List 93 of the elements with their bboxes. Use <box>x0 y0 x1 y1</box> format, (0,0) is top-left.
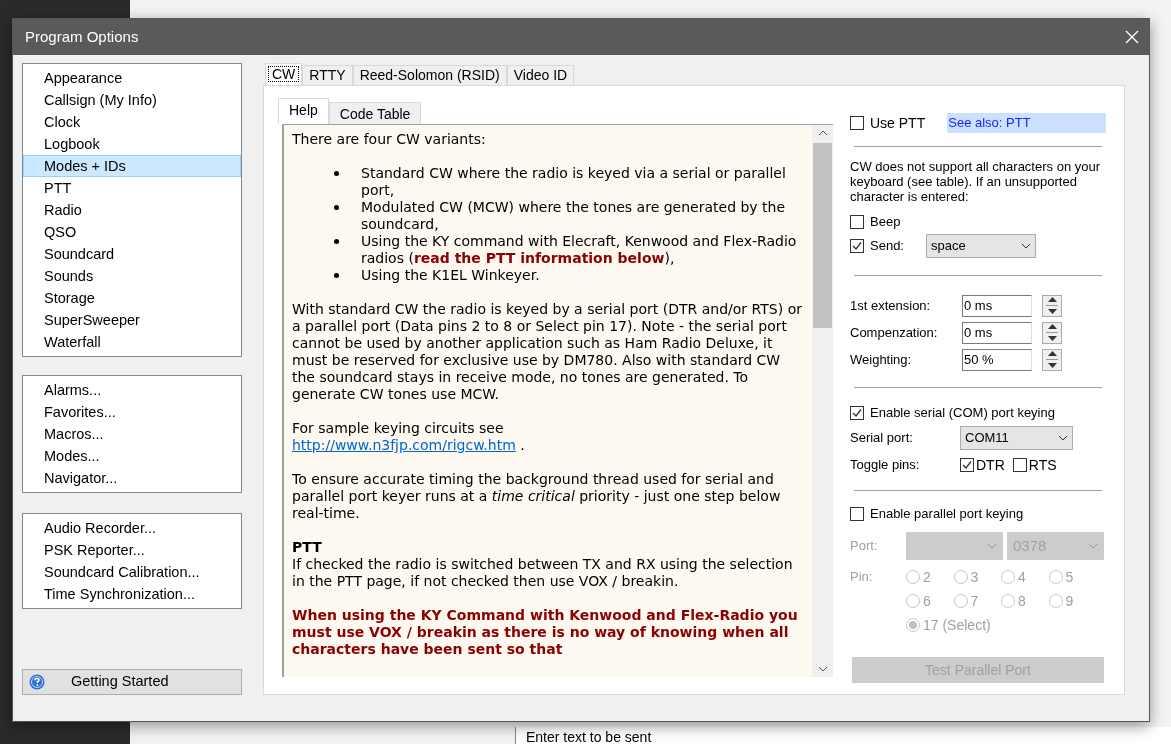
sidebar-item[interactable]: Time Synchronization... <box>23 583 241 605</box>
radio-label: 7 <box>970 591 979 611</box>
sidebar-item[interactable]: Soundcard <box>23 243 241 265</box>
radio-label: 2 <box>923 567 931 587</box>
send-dropdown[interactable]: space <box>926 234 1036 258</box>
tab[interactable]: RTTY <box>302 65 353 85</box>
checkbox-label: Beep <box>870 213 901 232</box>
close-icon[interactable] <box>1125 30 1139 44</box>
sidebar-item[interactable]: Logbook <box>23 133 241 155</box>
help-heading: PTT <box>292 539 323 556</box>
chevron-down-icon <box>987 543 997 549</box>
spin-field[interactable]: 0 ms <box>962 294 1032 317</box>
sidebar-item[interactable]: Callsign (My Info) <box>23 89 241 111</box>
field-label: Compenzation: <box>850 323 939 342</box>
help-paragraph: If checked the radio is switched between TX and RX using the selection in the PTT page, if not checked then use VOX / breakin. <box>292 556 794 590</box>
bullet-text: Using the KY command with Elecraft, Kenwood and Flex-Radio radios (read the PTT information below), <box>361 233 798 267</box>
sidebar-item[interactable]: Audio Recorder... <box>23 517 241 539</box>
sidebar-item[interactable]: Appearance <box>23 67 241 89</box>
bullet-text: Standard CW where the radio is keyed via a serial or parallel port, <box>361 165 787 199</box>
checkbox-label: DTR <box>976 455 1005 475</box>
spin-field[interactable]: 0 ms <box>962 321 1032 344</box>
field-label: 1st extension: <box>850 296 932 315</box>
spin-field[interactable]: 50 % <box>962 348 1032 371</box>
sidebar-item[interactable]: Modes + IDs <box>23 155 241 177</box>
sidebar-item[interactable]: Storage <box>23 287 241 309</box>
spin-buttons[interactable] <box>1042 321 1062 344</box>
radio-label: 3 <box>970 567 979 587</box>
tab[interactable]: Code Table <box>328 102 422 124</box>
chevron-down-icon <box>1088 543 1098 549</box>
chevron-down-icon <box>1058 435 1068 441</box>
help-icon <box>29 674 45 690</box>
bullet-icon <box>334 239 339 244</box>
bullet-icon <box>334 273 339 278</box>
getting-started-button[interactable]: Getting Started <box>22 669 242 695</box>
radio-label: 8 <box>1018 591 1026 611</box>
tab[interactable]: CW <box>265 63 303 85</box>
sidebar-item[interactable]: Soundcard Calibration... <box>23 561 241 583</box>
checkbox-label: Send: <box>870 237 905 256</box>
warning-paragraph: When using the KY Command with Kenwood and Flex-Radio you must use VOX / breakin as there is no way of knowing when all characters have been sent so that <box>292 607 799 658</box>
checkbox-label: Enable serial (COM) port keying <box>870 404 1055 423</box>
help-paragraph: With standard CW the radio is keyed by a serial port (DTR and/or RTS) or a parallel port (Data pins 2 to 8 or Select pin 17). Note - the serial port cannot be used by another application such as Ham Radio Deluxe, it must be reserved for exclusive use by DM780. Also with standard CW the soundcard stays in receive mode, no tones are generated. To generate CW tones use MCW. <box>292 301 803 403</box>
checkbox[interactable] <box>850 406 864 420</box>
checkbox-label: Enable parallel port keying <box>870 505 1024 524</box>
field-label: Weighting: <box>850 350 913 369</box>
help-paragraph: There are four CW variants: <box>292 131 487 148</box>
help-link[interactable]: http://www.n3fjp.com/rigcw.htm <box>292 437 516 453</box>
bullet-icon <box>334 171 339 176</box>
radio-label: 9 <box>1065 591 1074 611</box>
sidebar-item[interactable]: Alarms... <box>23 379 241 401</box>
sidebar-item[interactable]: QSO <box>23 221 241 243</box>
serial-port-dropdown[interactable]: COM11 <box>960 426 1073 450</box>
sidebar-item[interactable]: Macros... <box>23 423 241 445</box>
sidebar-item[interactable]: PSK Reporter... <box>23 539 241 561</box>
field-label: Pin: <box>850 568 874 586</box>
field-label: Toggle pins: <box>850 456 921 475</box>
tab[interactable]: Help <box>278 98 329 124</box>
radio-label: 6 <box>923 591 931 611</box>
sidebar-item[interactable]: Sounds <box>23 265 241 287</box>
field-label: Serial port: <box>850 429 914 448</box>
scrollbar[interactable] <box>812 125 833 677</box>
checkbox[interactable] <box>960 458 974 472</box>
info-text: CW does not support all characters on your keyboard (see table). If an unsupported character is entered: <box>850 159 1101 204</box>
sidebar-item[interactable]: Navigator... <box>23 467 241 489</box>
radio-label: 5 <box>1065 567 1074 587</box>
spin-buttons[interactable] <box>1042 348 1062 371</box>
sidebar-item[interactable]: PTT <box>23 177 241 199</box>
chevron-down-icon <box>1021 243 1031 249</box>
radio-label: 17 (Select) <box>923 615 991 635</box>
tab[interactable]: Reed-Solomon (RSID) <box>352 65 507 85</box>
checkbox-label: RTS <box>1028 455 1057 475</box>
help-paragraph: To ensure accurate timing the background thread used for serial and parallel port keyer runs at a time critical priority - just one step below real-time. <box>292 471 782 522</box>
help-paragraph: For sample keying circuits see http://www.n3fjp.com/rigcw.htm . <box>292 420 526 454</box>
entry-field[interactable]: Enter text to be sent <box>515 727 1171 744</box>
spin-buttons[interactable] <box>1042 294 1062 317</box>
sidebar-item[interactable]: Clock <box>23 111 241 133</box>
sidebar-item[interactable]: Waterfall <box>23 331 241 353</box>
field-label: Port: <box>850 537 879 556</box>
checkbox[interactable] <box>850 116 864 130</box>
sidebar-item[interactable]: SuperSweeper <box>23 309 241 331</box>
bullet-icon <box>334 205 339 210</box>
bullet-text: Using the K1EL Winkeyer. <box>361 267 540 284</box>
checkbox[interactable] <box>850 239 864 253</box>
tab[interactable]: Video ID <box>506 65 575 85</box>
sidebar-item[interactable]: Radio <box>23 199 241 221</box>
checkbox[interactable] <box>1012 458 1027 472</box>
sidebar-item[interactable]: Favorites... <box>23 401 241 423</box>
checkbox-label: Use PTT <box>870 113 926 133</box>
window-title: Program Options <box>25 26 139 47</box>
radio-label: 4 <box>1018 567 1026 587</box>
checkbox[interactable] <box>850 215 864 229</box>
see-also-link[interactable]: See also: PTT <box>947 113 1106 133</box>
bullet-text: Modulated CW (MCW) where the tones are generated by the soundcard, <box>361 199 787 233</box>
sidebar-item[interactable]: Modes... <box>23 445 241 467</box>
